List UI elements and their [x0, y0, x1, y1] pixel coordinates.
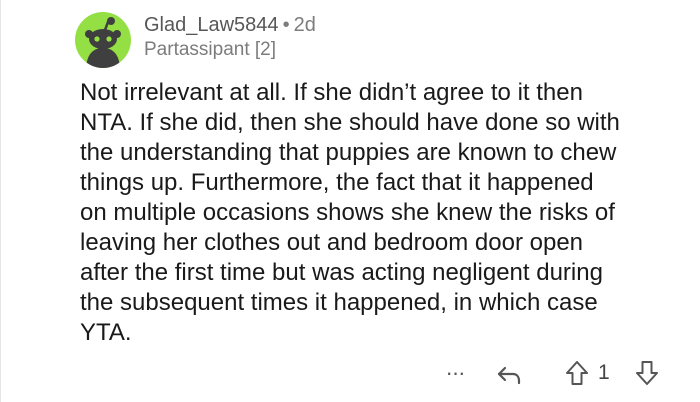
reply-icon[interactable] [494, 360, 524, 390]
meta-separator: • [282, 14, 290, 36]
more-options-icon[interactable]: ··· [440, 358, 470, 388]
comment-actions: ··· 1 [0, 358, 700, 392]
username-link[interactable]: Glad_Law5844 [144, 14, 279, 36]
downvote-icon[interactable] [632, 358, 662, 388]
user-avatar[interactable] [75, 12, 131, 68]
comment-body: Not irrelevant at all. If she didn’t agr… [80, 79, 620, 346]
comment-age: 2d [293, 14, 316, 36]
comment-header: Glad_Law5844 • 2d [144, 13, 316, 37]
upvote-icon[interactable] [562, 358, 592, 388]
user-flair: Partassipant [2] [144, 39, 277, 60]
vote-count: 1 [598, 361, 610, 384]
thread-line [0, 0, 1, 402]
reddit-snoo-avatar-icon [85, 17, 121, 68]
